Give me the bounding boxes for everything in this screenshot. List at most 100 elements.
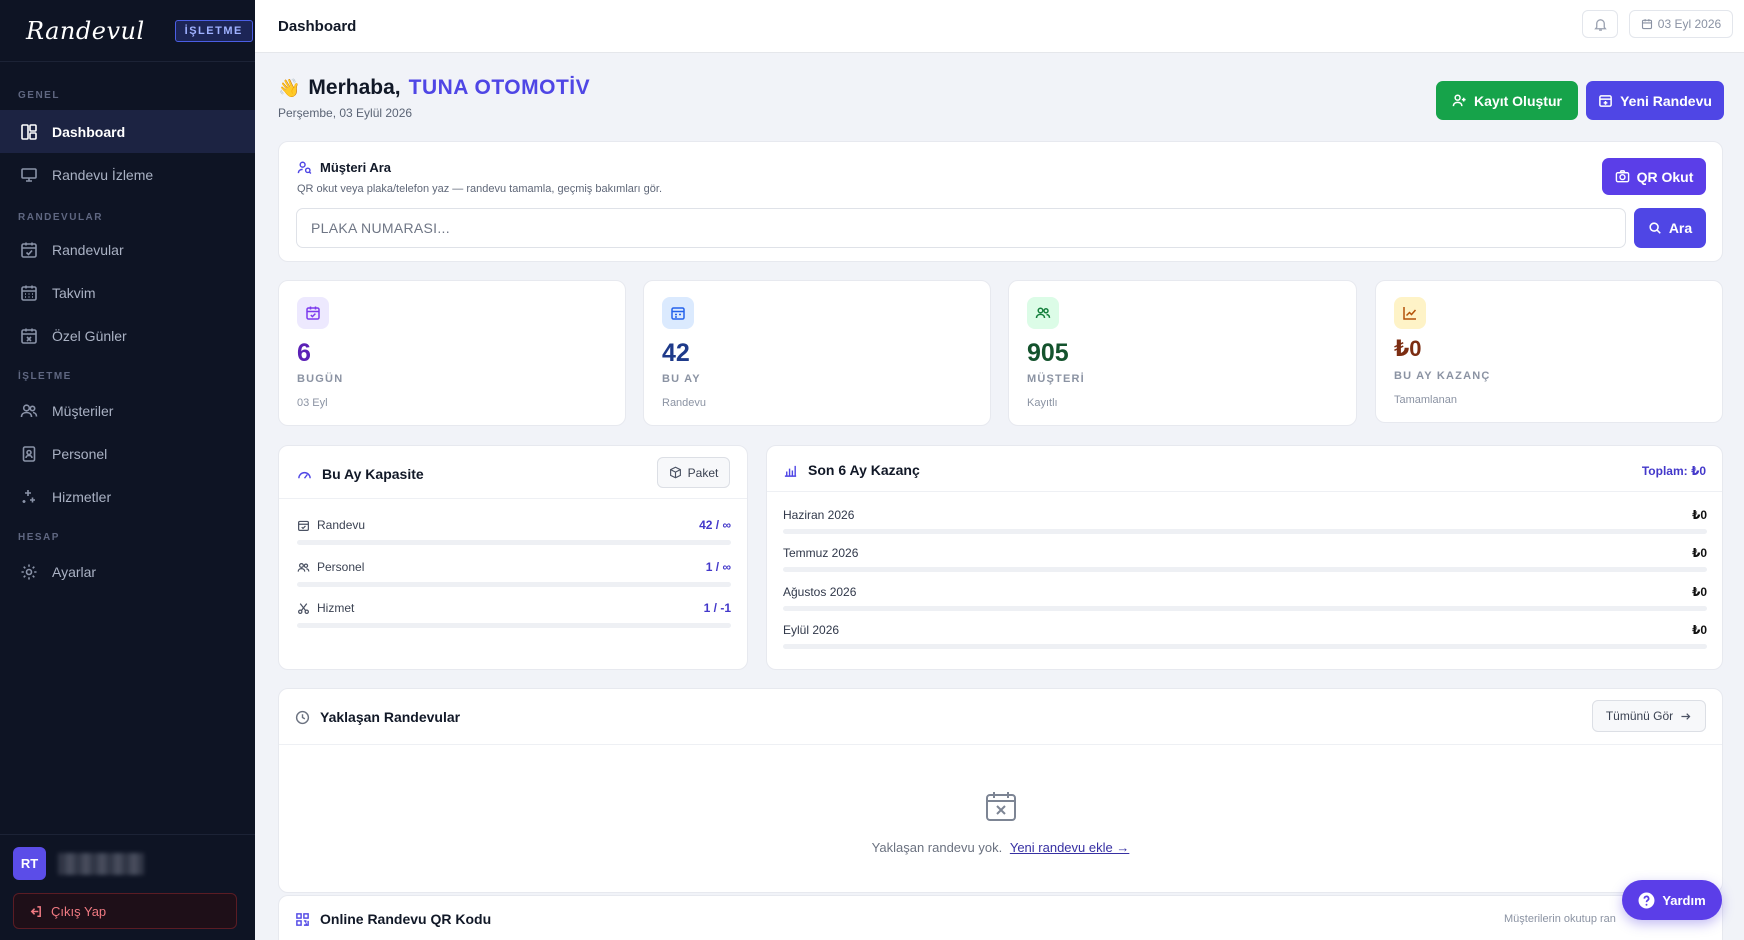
capacity-bar <box>297 623 731 628</box>
stat-label: BU AY <box>662 373 701 385</box>
users-icon <box>297 562 310 572</box>
upcoming-card: Yaklaşan Randevular Tümünü Gör Yaklaşan … <box>278 688 1723 893</box>
sparkles-icon <box>22 489 35 503</box>
logout-button[interactable]: Çıkış Yap <box>13 893 237 929</box>
qr-hint: Müşterilerin okutup ran <box>1504 913 1616 925</box>
earnings-bar <box>783 567 1707 572</box>
stat-sub: Randevu <box>662 397 707 409</box>
gear-icon <box>21 564 37 579</box>
customer-search-title-text: Müşteri Ara <box>320 160 392 175</box>
capacity-title: Bu Ay Kapasite <box>297 466 424 482</box>
upcoming-empty-text: Yaklaşan randevu yok. <box>871 840 1003 855</box>
topbar: Dashboard 03 Eyl 2026 <box>255 0 1744 53</box>
calendar-plus-icon <box>1599 95 1612 107</box>
qr-scan-button[interactable]: QR Okut <box>1602 158 1706 195</box>
capacity-row-staff: Personel 1 / ∞ <box>297 560 731 587</box>
calendar-icon <box>1641 19 1652 30</box>
capacity-bar <box>297 540 731 545</box>
stat-value: 905 <box>1027 339 1069 367</box>
calendar-month-icon <box>662 297 694 329</box>
greeting: 👋 Merhaba, TUNA OTOMOTİV Perşembe, 03 Ey… <box>278 76 590 120</box>
user-plus-icon <box>1452 94 1466 107</box>
company-name: TUNA OTOMOTİV <box>408 76 591 99</box>
qr-title-text: Online Randevu QR Kodu <box>320 911 492 927</box>
question-icon <box>1638 892 1655 908</box>
sidebar-item-label: Özel Günler <box>52 327 127 344</box>
sidebar: Randevul İŞLETME GENEL Dashboard Randevu… <box>0 0 255 940</box>
new-appointment-label: Yeni Randevu <box>1620 92 1712 109</box>
register-button[interactable]: Kayıt Oluştur <box>1436 81 1578 120</box>
sidebar-item-musteriler[interactable]: Müşteriler <box>0 389 255 432</box>
stat-card-today: 6 BUGÜN 03 Eyl <box>278 280 626 426</box>
see-all-button[interactable]: Tümünü Gör <box>1592 700 1706 732</box>
sidebar-item-ozel-gunler[interactable]: Özel Günler <box>0 314 255 357</box>
earnings-title: Son 6 Ay Kazanç <box>783 462 920 478</box>
avatar[interactable]: RT <box>13 847 46 880</box>
date-chip[interactable]: 03 Eyl 2026 <box>1629 10 1733 38</box>
earnings-bar <box>783 606 1707 611</box>
id-badge-icon <box>22 445 36 462</box>
monitor-icon <box>21 167 37 182</box>
earnings-card: Son 6 Ay Kazanç Toplam: ₺0 Haziran 2026 … <box>766 445 1723 670</box>
calendar-check-icon <box>298 520 309 531</box>
see-all-label: Tümünü Gör <box>1605 709 1674 723</box>
qr-scan-label: QR Okut <box>1636 168 1694 185</box>
search-button[interactable]: Ara <box>1634 208 1706 248</box>
sidebar-item-label: Dashboard <box>52 123 126 140</box>
stat-value: 6 <box>297 339 311 367</box>
calendar-x-icon <box>984 789 1018 823</box>
new-appointment-button[interactable]: Yeni Randevu <box>1586 81 1724 120</box>
capacity-label: Randevu <box>317 518 366 532</box>
stat-card-earnings: ₺0 BU AY KAZANÇ Tamamlanan <box>1375 280 1723 423</box>
section-randevular: RANDEVULAR <box>18 212 103 223</box>
customer-search-title: Müşteri Ara <box>297 160 391 175</box>
earnings-month: Temmuz 2026 <box>783 546 859 560</box>
sidebar-item-personel[interactable]: Personel <box>0 432 255 475</box>
section-isletme: İŞLETME <box>18 371 72 382</box>
register-label: Kayıt Oluştur <box>1474 92 1562 109</box>
sidebar-item-ayarlar[interactable]: Ayarlar <box>0 550 255 593</box>
capacity-value: 1 / ∞ <box>705 560 731 574</box>
package-button[interactable]: Paket <box>657 457 730 488</box>
sidebar-item-takvim[interactable]: Takvim <box>0 271 255 314</box>
page-title: Dashboard <box>278 17 357 35</box>
customer-search-subtitle: QR okut veya plaka/telefon yaz — randevu… <box>297 183 662 195</box>
bell-icon <box>1593 18 1607 31</box>
greeting-date: Perşembe, 03 Eylül 2026 <box>278 106 413 120</box>
calendar-x-icon <box>21 328 37 344</box>
capacity-card: Bu Ay Kapasite Paket Randevu 42 / ∞ Pers… <box>278 445 748 670</box>
stat-label: BUGÜN <box>297 373 344 385</box>
qr-card: Online Randevu QR Kodu Müşterilerin okut… <box>278 895 1723 940</box>
add-appointment-link[interactable]: Yeni randevu ekle → <box>1010 840 1130 855</box>
greeting-hello: Merhaba, <box>308 76 401 99</box>
upcoming-title: Yaklaşan Randevular <box>295 709 460 725</box>
users-icon <box>20 403 38 417</box>
earnings-month: Haziran 2026 <box>783 508 855 522</box>
earnings-bar <box>783 529 1707 534</box>
sidebar-item-label: Randevular <box>52 241 124 258</box>
waving-hand-icon: 👋 <box>278 77 301 98</box>
trend-up-icon <box>1394 297 1426 329</box>
business-badge: İŞLETME <box>174 19 253 42</box>
earnings-month: Eylül 2026 <box>783 623 840 637</box>
capacity-title-text: Bu Ay Kapasite <box>322 466 424 482</box>
help-button[interactable]: Yardım <box>1622 880 1722 920</box>
sidebar-item-randevu-izleme[interactable]: Randevu İzleme <box>0 153 255 196</box>
earnings-bar <box>783 644 1707 649</box>
camera-icon <box>1615 170 1629 183</box>
stat-sub: Kayıtlı <box>1027 397 1058 409</box>
capacity-label: Hizmet <box>317 601 355 615</box>
sidebar-item-dashboard[interactable]: Dashboard <box>0 110 255 153</box>
sidebar-item-randevular[interactable]: Randevular <box>0 228 255 271</box>
sidebar-item-label: Randevu İzleme <box>52 166 154 183</box>
user-area: RT Çıkış Yap <box>0 834 255 940</box>
logo[interactable]: Randevul <box>26 17 145 45</box>
qr-title: Online Randevu QR Kodu <box>295 911 491 927</box>
earnings-row: Haziran 2026 ₺0 <box>783 508 1707 534</box>
stat-card-customers: 905 MÜŞTERİ Kayıtlı <box>1008 280 1357 426</box>
sidebar-item-hizmetler[interactable]: Hizmetler <box>0 475 255 518</box>
customer-search-card: Müşteri Ara QR okut veya plaka/telefon y… <box>278 141 1723 262</box>
capacity-bar <box>297 582 731 587</box>
notifications-button[interactable] <box>1582 10 1618 38</box>
plate-search-input[interactable] <box>296 208 1626 248</box>
